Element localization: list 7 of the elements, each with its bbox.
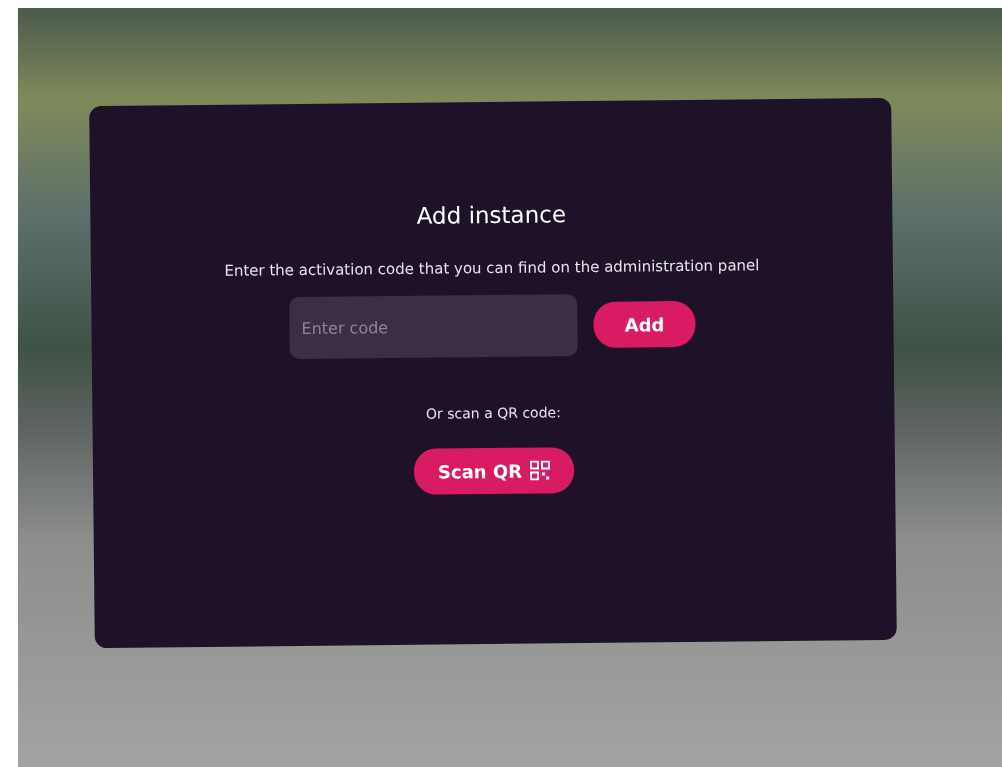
code-input-field[interactable]: Enter code bbox=[289, 294, 578, 360]
scan-qr-button[interactable]: Scan QR bbox=[413, 447, 575, 495]
dialog-title: Add instance bbox=[416, 200, 567, 231]
instructions-text: Enter the activation code that you can find on the administration panel bbox=[224, 254, 760, 282]
scan-prompt-text: Or scan a QR code: bbox=[425, 403, 561, 424]
add-button[interactable]: Add bbox=[593, 300, 696, 348]
qr-code-icon bbox=[529, 460, 551, 481]
